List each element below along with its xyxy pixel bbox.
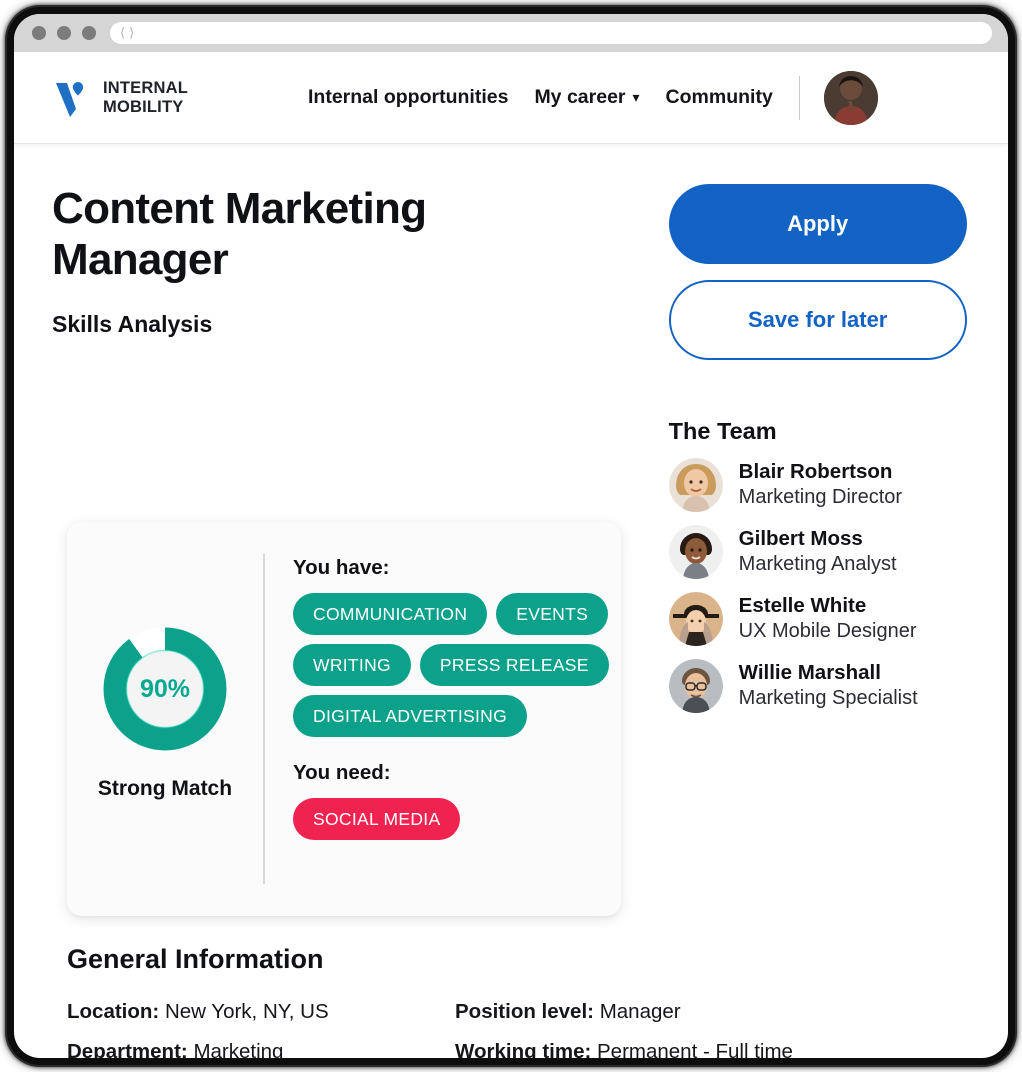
skill-tag[interactable]: EVENTS	[496, 593, 609, 635]
info-key: Position level:	[455, 1000, 594, 1023]
nav-item-community[interactable]: Community	[666, 86, 773, 109]
match-label: Strong Match	[97, 777, 233, 800]
avatar-image	[823, 70, 878, 125]
minimize-window-dot[interactable]	[57, 26, 71, 40]
match-percentage: 90%	[139, 674, 191, 703]
avatar-image	[668, 659, 723, 713]
avatar-image	[668, 592, 723, 646]
skills-tags-panel: You have: COMMUNICATION EVENTS WRITING P…	[265, 522, 621, 916]
info-value: New York, NY, US	[164, 1000, 329, 1023]
member-name: Estelle White	[738, 594, 867, 618]
team-avatar	[668, 458, 723, 512]
skills-analysis-card: 90% Strong Match You have: COMMUNICATION…	[67, 522, 621, 916]
team-heading: The Team	[668, 418, 777, 444]
page-title: Content Marketing Manager	[52, 184, 427, 284]
team-member-gilbert-moss[interactable]: Gilbert Moss Marketing Analyst	[668, 525, 970, 579]
member-role: Marketing Specialist	[738, 687, 918, 710]
header-divider	[798, 75, 800, 120]
member-name: Gilbert Moss	[738, 527, 863, 551]
member-role: UX Mobile Designer	[738, 620, 917, 643]
general-information-grid: Location: New York, NY, US Position leve…	[52, 1000, 982, 1058]
general-information-heading: General Information	[67, 944, 324, 974]
info-key: Location:	[67, 1000, 160, 1023]
logo-line-1: INTERNAL	[103, 79, 189, 98]
you-have-title: You have:	[293, 556, 390, 579]
chevron-left-icon[interactable]: ⟨	[120, 27, 125, 40]
skill-tag[interactable]: COMMUNICATION	[293, 593, 488, 635]
left-column: Content Marketing Manager Skills Analysi…	[52, 184, 651, 338]
chevron-right-icon[interactable]: ⟩	[129, 27, 134, 40]
team-avatar	[668, 659, 723, 713]
team-avatar	[668, 525, 723, 579]
close-window-dot[interactable]	[32, 26, 46, 40]
nav-label: Internal opportunities	[308, 86, 509, 108]
skill-tag[interactable]: DIGITAL ADVERTISING	[293, 695, 528, 737]
member-role: Marketing Director	[738, 486, 903, 509]
info-value: Manager	[599, 1000, 681, 1023]
info-key: Working time:	[455, 1040, 592, 1058]
skill-tag[interactable]: WRITING	[293, 644, 411, 686]
you-need-tag-list: SOCIAL MEDIA	[293, 798, 621, 840]
team-member-info: Gilbert Moss Marketing Analyst	[739, 526, 897, 578]
team-member-info: Estelle White UX Mobile Designer	[739, 593, 917, 645]
info-value: Permanent - Full time	[597, 1040, 793, 1058]
browser-chrome-bar: ⟨ ⟩	[14, 14, 1008, 52]
apply-button[interactable]: Apply	[668, 184, 967, 264]
match-score-panel: 90% Strong Match	[67, 522, 263, 916]
team-member-blair-robertson[interactable]: Blair Robertson Marketing Director	[668, 458, 970, 512]
info-department: Department: Marketing	[67, 1040, 455, 1058]
team-avatar	[668, 592, 723, 646]
nav-item-my-career[interactable]: My career ▾	[534, 86, 639, 109]
team-member-info: Blair Robertson Marketing Director	[739, 459, 902, 511]
info-position-level: Position level: Manager	[455, 1000, 982, 1024]
info-key: Department:	[67, 1040, 188, 1058]
member-name: Blair Robertson	[738, 460, 893, 484]
nav-label: Community	[665, 86, 773, 108]
chevron-down-icon: ▾	[632, 89, 640, 106]
info-location: Location: New York, NY, US	[67, 1000, 455, 1024]
you-need-group: You need: SOCIAL MEDIA	[293, 761, 621, 840]
site-header: INTERNAL MOBILITY Internal opportunities…	[14, 52, 1008, 144]
nav-label: My career	[534, 86, 626, 108]
you-have-tag-list: COMMUNICATION EVENTS WRITING PRESS RELEA…	[293, 593, 621, 737]
save-for-later-button[interactable]: Save for later	[668, 280, 967, 360]
brand-logo[interactable]: INTERNAL MOBILITY	[52, 79, 188, 117]
logo-line-2: MOBILITY	[103, 97, 184, 116]
member-name: Willie Marshall	[738, 661, 881, 685]
match-donut-chart: 90%	[103, 627, 227, 751]
info-value: Marketing	[193, 1040, 284, 1058]
team-member-info: Willie Marshall Marketing Specialist	[739, 660, 918, 712]
avatar-image	[668, 525, 723, 579]
avatar[interactable]	[823, 70, 878, 125]
right-column: Apply Save for later The Team Blair Robe…	[668, 184, 970, 713]
missing-skill-tag[interactable]: SOCIAL MEDIA	[293, 798, 461, 840]
main-navigation: Internal opportunities My career ▾ Commu…	[308, 86, 773, 109]
logo-v-icon	[56, 81, 84, 117]
team-member-willie-marshall[interactable]: Willie Marshall Marketing Specialist	[668, 659, 970, 713]
nav-item-internal-opportunities[interactable]: Internal opportunities	[308, 86, 508, 109]
avatar-image	[668, 458, 723, 512]
info-working-time: Working time: Permanent - Full time	[455, 1040, 982, 1058]
page-content: Content Marketing Manager Skills Analysi…	[14, 144, 1008, 1058]
browser-window: ⟨ ⟩ INTERNAL MOBILITY Internal opportuni…	[14, 14, 1008, 1058]
maximize-window-dot[interactable]	[82, 26, 96, 40]
member-role: Marketing Analyst	[738, 553, 897, 576]
skill-tag[interactable]: PRESS RELEASE	[419, 644, 609, 686]
logo-text: INTERNAL MOBILITY	[103, 79, 188, 116]
address-bar[interactable]: ⟨ ⟩	[110, 22, 992, 44]
team-member-estelle-white[interactable]: Estelle White UX Mobile Designer	[668, 592, 970, 646]
window-controls[interactable]	[32, 26, 96, 40]
skills-analysis-heading: Skills Analysis	[52, 311, 213, 338]
you-need-title: You need:	[293, 761, 391, 784]
general-information-section: General Information Location: New York, …	[52, 944, 982, 1058]
